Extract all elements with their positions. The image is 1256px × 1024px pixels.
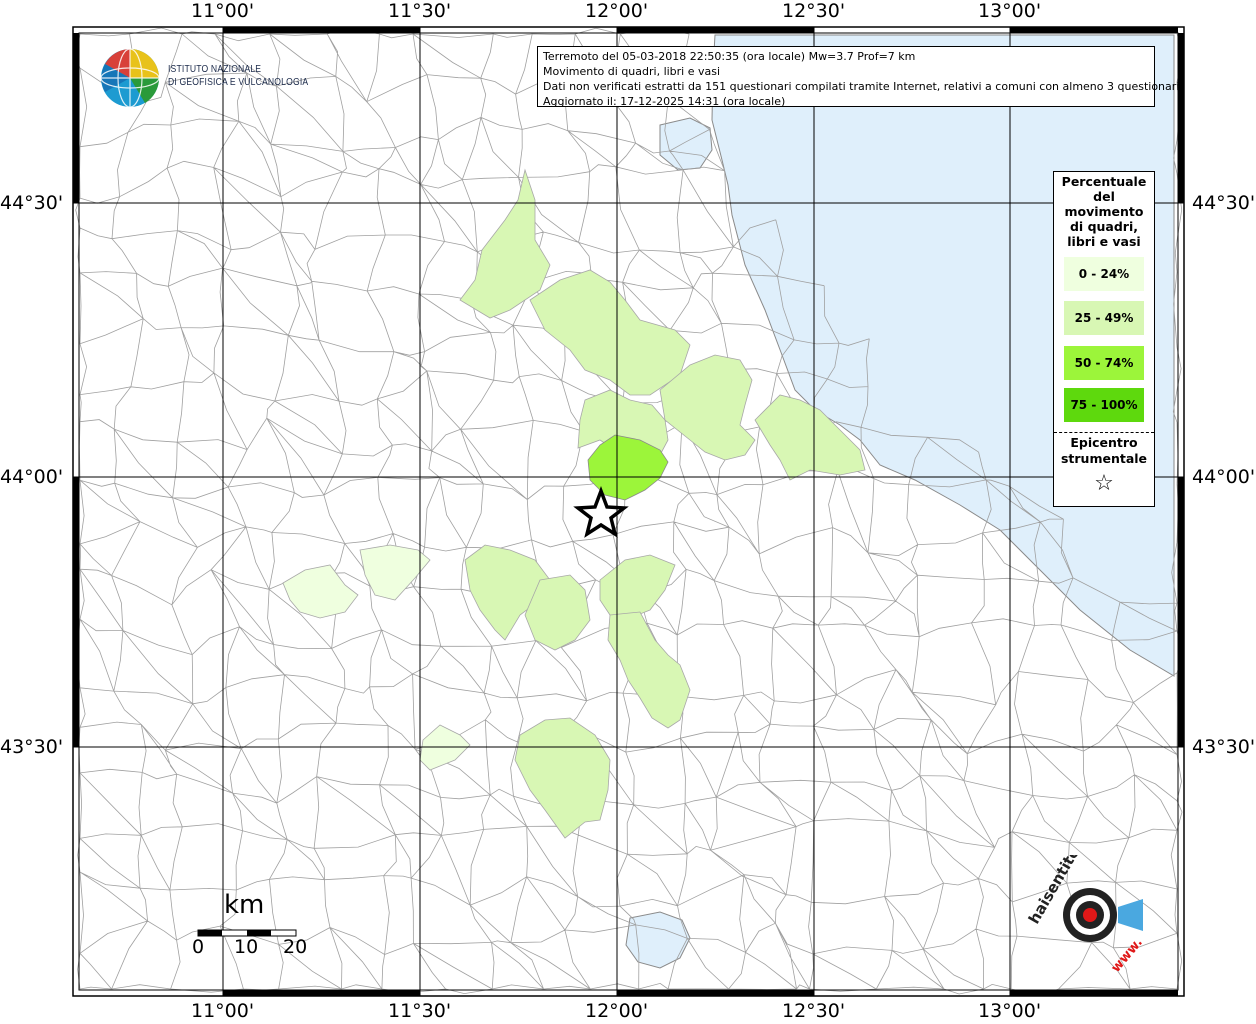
- legend-title-line: del: [1093, 189, 1115, 204]
- haisentito-logo: haisentitoilterremoto.it www.: [1025, 745, 1185, 980]
- event-title: Terremoto del 05-03-2018 22:50:35 (ora l…: [543, 50, 916, 63]
- legend-item-25-49: 25 - 49%: [1064, 301, 1144, 335]
- lat-label-left-1: 44°30': [0, 192, 64, 214]
- effect-type: Movimento di quadri, libri e vasi: [543, 65, 721, 78]
- lon-label-top-4: 12°30': [782, 0, 846, 22]
- legend-item-0-24: 0 - 24%: [1064, 257, 1144, 291]
- ingv-globe-icon: [100, 48, 160, 108]
- legend-item-50-74: 50 - 74%: [1064, 346, 1144, 380]
- lat-label-right-3: 43°30': [1192, 736, 1256, 758]
- scale-tick-20: 20: [283, 936, 308, 958]
- legend-item-75-100: 75 - 100%: [1064, 388, 1144, 422]
- lon-label-bottom-2: 11°30': [388, 1000, 452, 1022]
- lon-label-bottom-5: 13°00': [978, 1000, 1042, 1022]
- scale-unit: km: [224, 890, 265, 920]
- legend-title: Percentuale del movimento di quadri, lib…: [1054, 172, 1154, 249]
- lon-label-bottom-4: 12°30': [782, 1000, 846, 1022]
- lat-label-right-1: 44°30': [1192, 192, 1256, 214]
- update-date: Aggiornato il: 17-12-2025 14:31 (ora loc…: [543, 95, 786, 108]
- legend-star-icon: ☆: [1094, 471, 1114, 496]
- legend-title-line: libri e vasi: [1067, 234, 1141, 249]
- lon-label-top-2: 11°30': [388, 0, 452, 22]
- ingv-name-line1: ISTITUTO NAZIONALE: [168, 63, 262, 75]
- lat-label-right-2: 44°00': [1192, 466, 1256, 488]
- lon-label-top-5: 13°00': [978, 0, 1042, 22]
- legend-title-line: di quadri,: [1069, 219, 1138, 234]
- lon-label-top-3: 12°00': [585, 0, 649, 22]
- haisentito-target-icon: haisentitoilterremoto.it www.: [1025, 745, 1146, 975]
- scale-tick-10: 10: [234, 936, 259, 958]
- legend-title-line: movimento: [1064, 204, 1144, 219]
- ingv-logo: ISTITUTO NAZIONALE DI GEOFISICA E VULCAN…: [100, 46, 320, 110]
- ingv-name-line2: DI GEOFISICA E VULCANOLOGIA: [168, 76, 309, 88]
- map-legend: Percentuale del movimento di quadri, lib…: [1053, 171, 1155, 507]
- haisentito-www: www.: [1109, 935, 1146, 975]
- legend-epicenter-line: strumentale: [1060, 451, 1148, 466]
- legend-title-line: Percentuale: [1061, 174, 1147, 189]
- lon-label-top-1: 11°00': [191, 0, 255, 22]
- legend-epicenter-label: Epicentro strumentale: [1054, 435, 1154, 467]
- lat-label-left-3: 43°30': [0, 736, 64, 758]
- legend-epicenter-line: Epicentro: [1070, 435, 1138, 450]
- lat-label-left-2: 44°00': [0, 466, 64, 488]
- lon-label-bottom-1: 11°00': [191, 1000, 255, 1022]
- data-note: Dati non verificati estratti da 151 ques…: [543, 80, 1183, 93]
- event-info-box: Terremoto del 05-03-2018 22:50:35 (ora l…: [537, 46, 1183, 108]
- scale-tick-0: 0: [192, 936, 205, 958]
- legend-separator: [1054, 432, 1154, 433]
- lon-label-bottom-3: 12°00': [585, 1000, 649, 1022]
- scale-bar: km 0 10 20: [190, 890, 320, 970]
